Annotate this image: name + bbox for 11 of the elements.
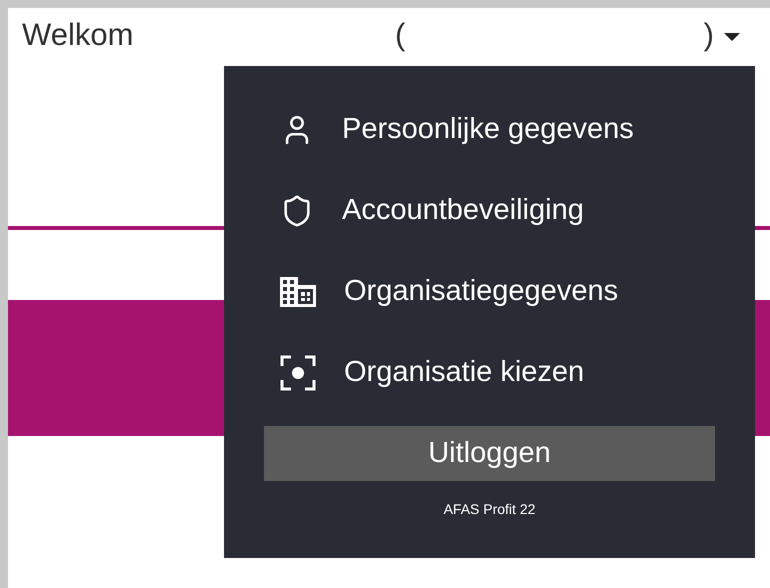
menu-item[interactable]: Accountbeveiliging [280,192,755,230]
menu-item[interactable]: Organisatiegegevens [280,273,755,311]
version-text: AFAS Profit 22 [444,500,536,519]
welcome-text: Welkom [22,18,134,50]
menu-item[interactable]: Persoonlijke gegevens [280,111,755,149]
logout-button[interactable]: Uitloggen [264,426,715,481]
building-icon [280,277,316,307]
menu-item[interactable]: Organisatie kiezen [280,354,755,392]
caret-icon [724,33,740,41]
focus-icon [280,355,316,391]
user-menu-toggle[interactable]: ( ) [395,18,740,50]
